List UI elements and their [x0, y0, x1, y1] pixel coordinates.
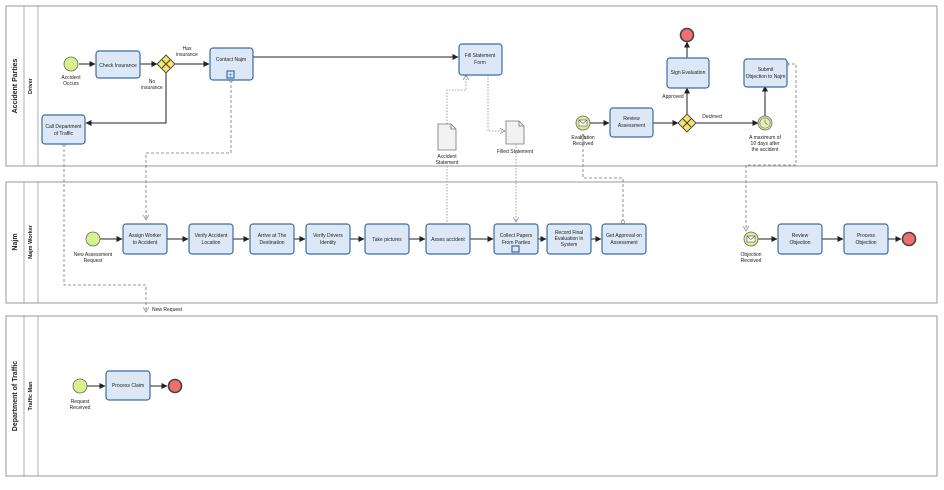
lane-title: Driver [28, 77, 34, 94]
task-label-line: Verify Accident [195, 233, 228, 239]
task-label-line: Objection [789, 240, 810, 246]
task-label-line: Form [474, 60, 486, 66]
task-arrive-destination[interactable]: Arrive at The Destination [249, 223, 295, 255]
task-label-line: Verify Drivers [313, 233, 343, 239]
task-fill-statement-form[interactable]: Fill Statement Form [458, 43, 503, 76]
start-event-accident-occurs[interactable] [63, 56, 79, 72]
task-verify-accident-location[interactable]: Verify Accident Location [188, 223, 234, 255]
task-label-line: Get Approval on [606, 233, 642, 239]
task-review-assessment[interactable]: Review Assessment [609, 107, 654, 138]
pool-title: Najm [12, 233, 19, 250]
task-check-insurance[interactable]: Check Insurance [95, 50, 141, 79]
timer-event[interactable] [757, 115, 773, 131]
message-start-event-evaluation-received[interactable] [575, 115, 591, 131]
task-label: Check Insurance [99, 63, 137, 69]
task-label-line: of Traffic [54, 131, 74, 137]
end-event-traffic[interactable] [167, 378, 183, 394]
process-diagram: Accident Parties Driver Najm Najm Worker… [5, 5, 938, 477]
task-review-objection[interactable]: Review Objection [777, 223, 823, 255]
task-label: Take pictures [372, 237, 402, 243]
document-label: Filled Statement [497, 149, 534, 155]
task-collect-papers[interactable]: Collect Papers From Parties [493, 223, 539, 255]
task-label-line: Fill Statement [465, 53, 496, 59]
task-assign-worker[interactable]: Assign Worker to Accident [122, 223, 168, 255]
end-event-najm[interactable] [901, 231, 917, 247]
event-label-line: the accident [752, 147, 780, 153]
task-label-line: System [561, 242, 578, 248]
message-start-event-objection-received[interactable] [743, 231, 759, 247]
task-label: Contact Najm [216, 57, 246, 63]
event-label-line: Occurs [63, 81, 79, 87]
task-label-line: Assign Worker [129, 233, 162, 239]
task-sign-evaluation[interactable]: Sign Evaluation [666, 57, 710, 89]
task-contact-najm[interactable]: Contact Najm + [209, 47, 254, 81]
task-label-line: Collect Papers [500, 233, 533, 239]
event-label-line: Request [84, 258, 103, 264]
start-event-request-received[interactable] [72, 378, 88, 394]
task-label: Process Claim [112, 383, 144, 389]
svg-text:+: + [228, 72, 233, 79]
event-label-line: Received [573, 141, 594, 147]
task-get-approval[interactable]: Get Approval on Assessment [601, 223, 647, 255]
task-verify-drivers-identity[interactable]: Verify Drivers Identity [305, 223, 351, 255]
task-take-pictures[interactable]: Take pictures [364, 223, 410, 255]
task-label-line: Review [792, 233, 809, 239]
task-asses-accident[interactable]: Asses accident [425, 223, 471, 255]
task-label-line: Process [857, 233, 876, 239]
task-label-line: Arrive at The [258, 233, 287, 239]
data-object-filled-statement[interactable] [505, 120, 525, 145]
lane-title: Traffic Man [28, 381, 34, 411]
task-label-line: From Parties [502, 240, 531, 246]
message-label: New Request [152, 307, 183, 313]
task-process-claim[interactable]: Process Claim [105, 370, 151, 401]
task-label-line: Location [202, 240, 221, 246]
document-label-line: Statement [436, 160, 459, 166]
task-record-final-evaluation[interactable]: Record Final Evaluation in System [546, 223, 592, 255]
task-submit-objection[interactable]: Submit Objection to Najm [743, 58, 788, 88]
task-label-line: to Accident [133, 240, 158, 246]
data-object-accident-statement[interactable] [437, 123, 457, 151]
end-event-driver[interactable] [679, 27, 695, 43]
lane-title: Najm Worker [28, 224, 34, 259]
task-label-line: Identity [320, 240, 337, 246]
event-label-line: Received [741, 258, 762, 264]
event-label-line: Received [70, 405, 91, 411]
task-label-line: Call Department [45, 124, 82, 130]
task-label-line: Assessment [618, 123, 646, 129]
task-call-department-of-traffic[interactable]: Call Department of Traffic [41, 114, 86, 145]
flow-label-line: insurance [176, 52, 198, 58]
task-label-line: Destination [259, 240, 284, 246]
flow-label: Declined [702, 114, 722, 120]
loop-marker-icon [511, 245, 520, 253]
start-event-new-assessment[interactable] [85, 231, 101, 247]
task-label-line: Objection to Najm [746, 74, 786, 80]
task-label-line: Submit [758, 67, 774, 73]
task-label-line: Review [623, 116, 640, 122]
task-label: Sign Evaluation [671, 70, 706, 76]
flow-label-line: insurance [141, 85, 163, 91]
task-label-line: Objection [855, 240, 876, 246]
task-label: Asses accident [431, 237, 465, 243]
pool-title: Department of Traffic [12, 361, 19, 432]
flow-label: Approved [662, 94, 684, 100]
task-label-line: Assessment [610, 240, 638, 246]
task-process-objection[interactable]: Process Objection [843, 223, 889, 255]
pool-title: Accident Parties [12, 58, 19, 113]
